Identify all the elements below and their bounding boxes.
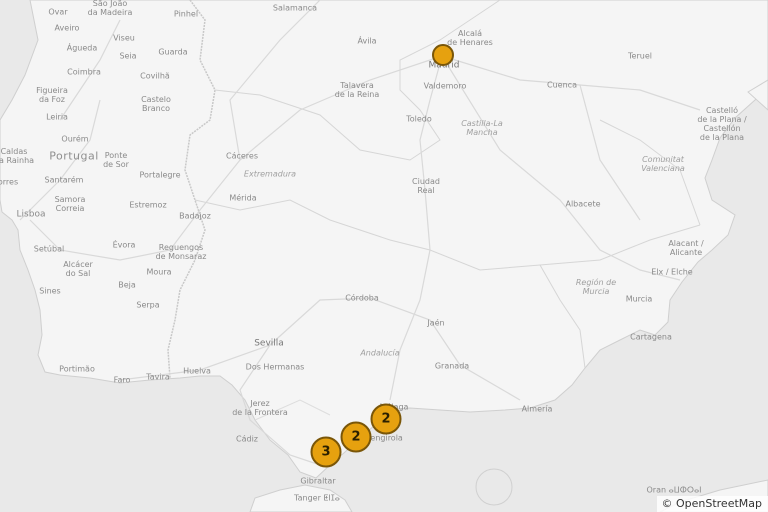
label-merida: Mérida: [229, 193, 257, 203]
label-andalucia: Andalucía: [360, 348, 400, 358]
label-lisboa: Lisboa: [16, 209, 46, 220]
label-jaen: Jaén: [427, 318, 445, 328]
label-murcia: Murcia: [625, 294, 653, 304]
label-estremoz: Estremoz: [129, 200, 167, 210]
label-reguengos: Reguengos de Monsaraz: [155, 243, 207, 261]
label-cadiz: Cádiz: [236, 434, 258, 444]
map-attribution: © OpenStreetMap: [657, 496, 768, 512]
label-portalegre: Portalegre: [139, 170, 181, 180]
label-dos-hermanas: Dos Hermanas: [245, 362, 305, 372]
label-badajoz: Badajoz: [179, 211, 211, 221]
map-marker-madrid[interactable]: [432, 44, 454, 66]
label-leiria: Leiria: [46, 112, 68, 122]
label-talavera: Talavera de la Reina: [334, 81, 380, 99]
label-alcala: Alcalá de Henares: [447, 29, 493, 47]
label-santarem: Santarém: [44, 175, 84, 185]
label-castello: Castelló de la Plana / Castellón de la P…: [697, 106, 747, 142]
label-ciudad-real: Ciudad Real: [412, 177, 440, 195]
label-jerez: Jerez de la Frontera: [232, 399, 288, 417]
label-caldas: Caldas da Rainha: [0, 147, 35, 165]
label-beja: Beja: [118, 280, 136, 290]
label-sao-joao: São João da Madeira: [87, 0, 133, 17]
label-valdemoro: Valdemoro: [423, 81, 467, 91]
label-elx: Elx / Elche: [651, 267, 693, 277]
label-guarda: Guarda: [158, 47, 188, 57]
label-ourem: Ourém: [61, 134, 89, 144]
label-oran: Oran ⴰⵡⵀⵔⴰⵏ: [646, 485, 702, 495]
label-almeria: Almería: [521, 404, 553, 414]
label-evora: Évora: [112, 240, 136, 250]
attribution-link[interactable]: OpenStreetMap: [676, 497, 762, 510]
label-portugal: Portugal: [49, 149, 99, 163]
label-region-murcia: Región de Murcia: [575, 278, 617, 296]
label-albacete: Albacete: [565, 199, 601, 209]
label-tavira: Tavira: [146, 372, 170, 382]
label-moura: Moura: [146, 267, 172, 277]
label-ponte: Ponte de Sor: [103, 151, 129, 169]
label-teruel: Teruel: [628, 51, 652, 61]
label-alacant: Alacant / Alicante: [668, 239, 704, 257]
label-agueda: Águeda: [66, 43, 98, 53]
label-portimao: Portimão: [59, 364, 95, 374]
label-castilla: Castilla-La Mancha: [461, 119, 503, 137]
label-figueira: Figueira da Foz: [36, 86, 68, 104]
label-granada: Granada: [434, 361, 470, 371]
label-caceres: Cáceres: [225, 151, 259, 161]
label-faro: Faro: [113, 375, 131, 385]
label-cordoba: Córdoba: [345, 293, 379, 303]
label-aveiro: Aveiro: [54, 23, 80, 33]
label-tanger: Tanger ⵟⵏⵊⴰ: [294, 493, 340, 503]
label-samora: Samora Correia: [54, 195, 86, 213]
label-pinhel: Pinhel: [173, 9, 199, 19]
copyright-symbol: ©: [661, 497, 673, 510]
label-alcacer: Alcácer do Sal: [63, 260, 93, 278]
label-sines: Sines: [39, 286, 61, 296]
label-sevilla: Sevilla: [254, 338, 284, 349]
cluster-marker-estepona[interactable]: 3: [310, 436, 342, 468]
label-castelo-branco: Castelo Branco: [141, 95, 171, 113]
cluster-marker-malaga[interactable]: 2: [370, 403, 402, 435]
map-canvas[interactable]: Ovar São João da Madeira Pinhel Salamanc…: [0, 0, 768, 512]
label-torres: orres: [0, 177, 19, 187]
label-cartagena: Cartagena: [630, 332, 672, 342]
label-toledo: Toledo: [406, 114, 432, 124]
label-gibraltar: Gibraltar: [300, 476, 336, 486]
label-seia: Seia: [119, 51, 137, 61]
label-setubal: Setúbal: [33, 244, 65, 254]
label-viseu: Viseu: [113, 33, 135, 43]
label-salamanca: Salamanca: [272, 3, 318, 13]
cluster-marker-marbella[interactable]: 2: [340, 421, 372, 453]
label-huelva: Huelva: [183, 366, 211, 376]
label-cuenca: Cuenca: [547, 80, 577, 90]
label-extremadura: Extremadura: [243, 169, 297, 179]
label-coimbra: Coimbra: [67, 67, 101, 77]
label-covilha: Covilhã: [140, 71, 170, 81]
label-serpa: Serpa: [136, 300, 160, 310]
label-ovar: Ovar: [48, 7, 68, 17]
label-comunitat: Comunitat Valenciana: [641, 155, 685, 173]
label-avila: Ávila: [357, 36, 377, 46]
